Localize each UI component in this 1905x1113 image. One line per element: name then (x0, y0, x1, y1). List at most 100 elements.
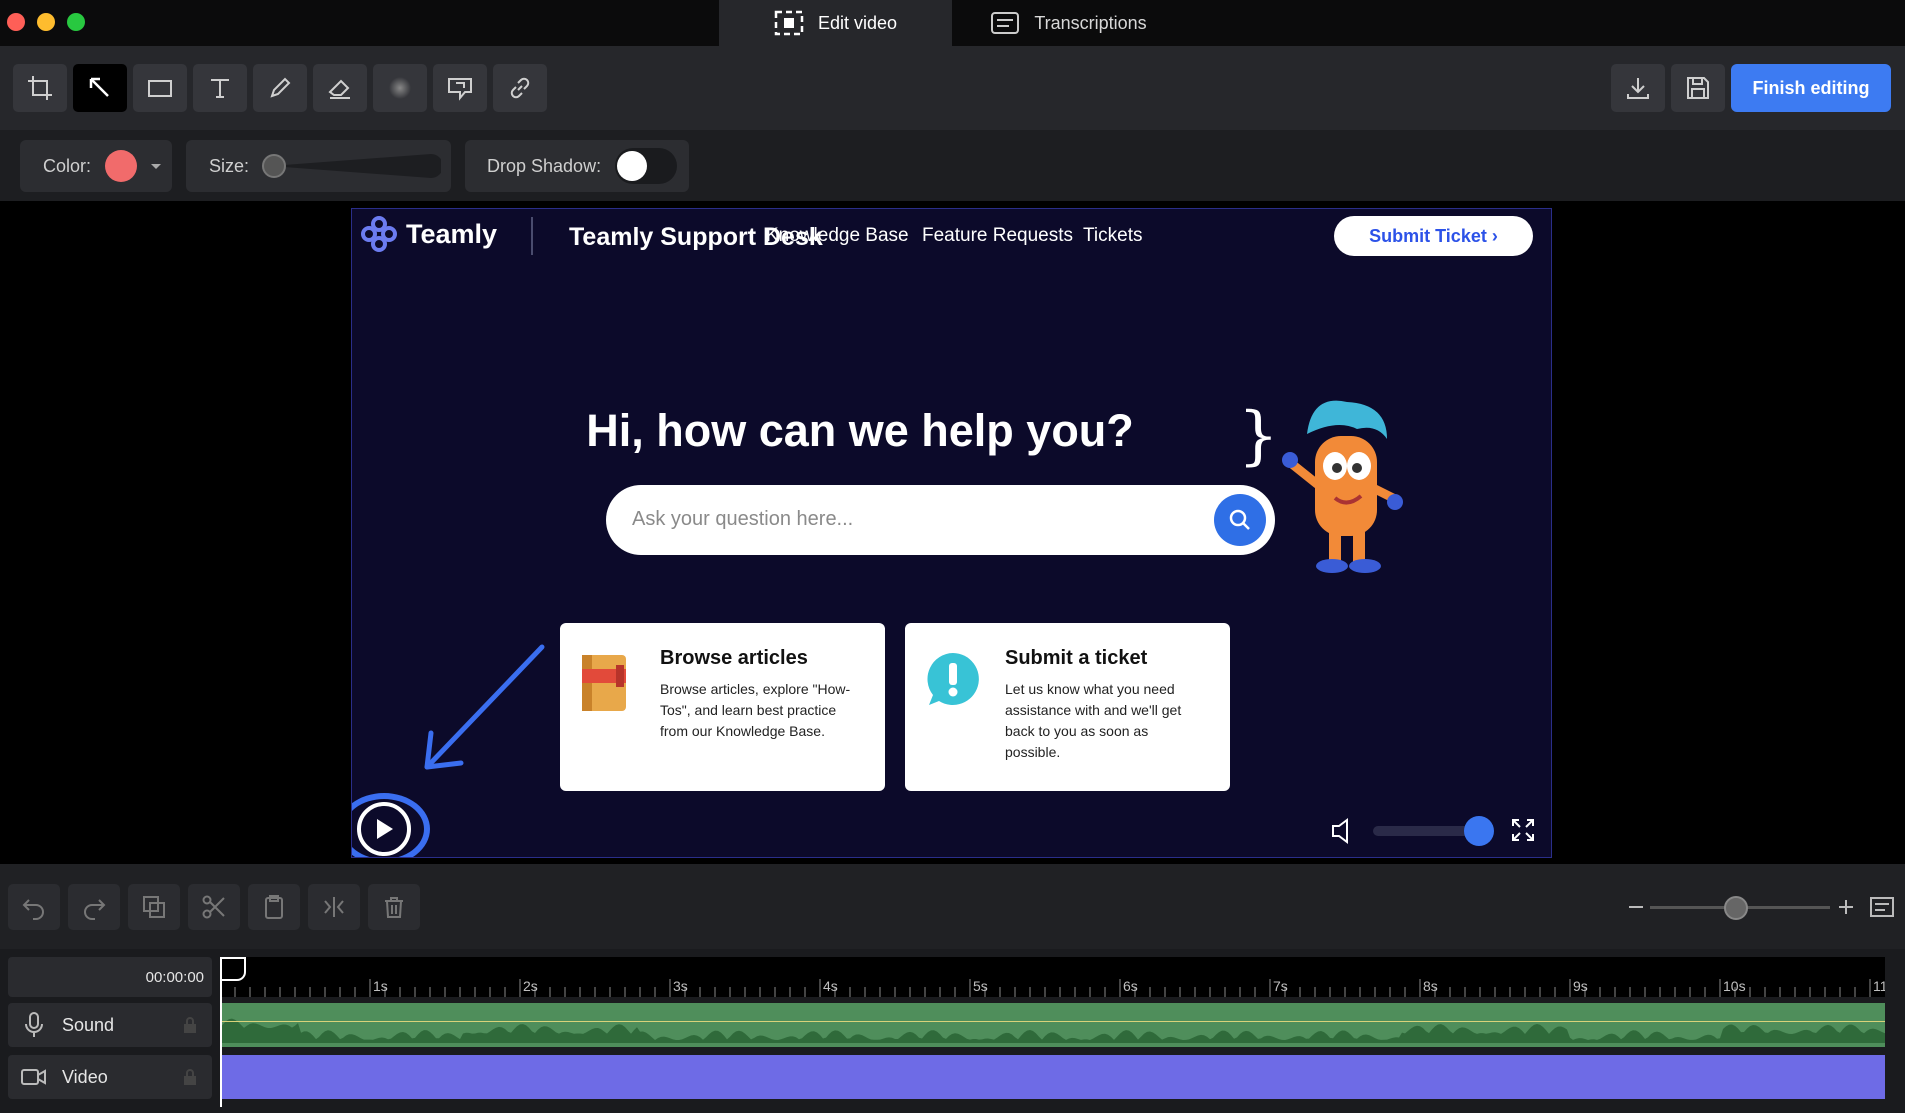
crop-tool-button[interactable] (13, 64, 67, 112)
sound-track-label: Sound (62, 1014, 115, 1035)
ruler-tick-label: 7s (1273, 978, 1288, 994)
fit-timeline-icon[interactable] (1869, 894, 1895, 920)
video-track-clip[interactable] (220, 1055, 1885, 1099)
pen-tool-button[interactable] (253, 64, 307, 112)
arrow-tool-button[interactable] (73, 64, 127, 112)
clipboard-icon (265, 895, 283, 919)
drop-shadow-toggle[interactable] (615, 148, 678, 184)
paste-button[interactable] (248, 884, 300, 930)
teamly-flower-icon (361, 216, 397, 252)
color-picker[interactable]: Color: (20, 140, 172, 192)
microphone-icon (25, 1012, 43, 1037)
fullscreen-icon[interactable] (1510, 817, 1536, 843)
search-icon (1229, 509, 1250, 530)
eraser-icon (328, 79, 350, 99)
minimize-window-button[interactable] (37, 13, 55, 31)
close-window-button[interactable] (7, 13, 25, 31)
transcript-icon (991, 12, 1020, 34)
arrow-icon (89, 77, 109, 97)
timeline-ruler[interactable]: 1s 2s 3s 4s 5s 6s 7s 8s 9s 10s 11 (220, 957, 1885, 997)
playhead[interactable] (220, 957, 246, 1107)
text-tool-button[interactable] (193, 64, 247, 112)
brace-decoration: } (1238, 399, 1279, 473)
screen-capture-icon (774, 10, 804, 36)
volume-icon[interactable] (1330, 817, 1356, 845)
cut-button[interactable] (188, 884, 240, 930)
split-button[interactable] (308, 884, 360, 930)
save-button[interactable] (1671, 64, 1725, 112)
size-label: Size: (209, 155, 250, 176)
pen-icon (270, 77, 291, 98)
rectangle-tool-button[interactable] (133, 64, 187, 112)
blur-tool-button[interactable] (373, 64, 427, 112)
ruler-tick-label: 1s (373, 978, 388, 994)
properties-bar: Color: Size: Drop Shadow: (0, 130, 1905, 201)
mascot-illustration (1282, 400, 1403, 573)
eraser-tool-button[interactable] (313, 64, 367, 112)
book-icon (582, 655, 626, 711)
trash-icon (385, 897, 403, 918)
ruler-tick-label: 8s (1423, 978, 1438, 994)
browse-articles-card[interactable]: Browse articles Browse articles, explore… (560, 623, 885, 791)
split-icon (324, 897, 344, 917)
current-time-display: 00:00:00 (8, 957, 212, 997)
chevron-down-icon (151, 164, 162, 169)
lock-icon[interactable] (182, 1068, 198, 1086)
timeline-zoom-handle[interactable] (1724, 896, 1748, 920)
teamly-logo: Teamly (360, 215, 497, 253)
redo-button[interactable] (68, 884, 120, 930)
browse-articles-title: Browse articles (660, 647, 808, 669)
ruler-tick-label: 6s (1123, 978, 1138, 994)
submit-ticket-card[interactable]: Submit a ticket Let us know what you nee… (905, 623, 1230, 791)
tab-transcriptions[interactable]: Transcriptions (952, 0, 1185, 46)
playhead-handle[interactable] (220, 957, 250, 983)
brand-name: Teamly (406, 218, 498, 249)
video-camera-icon (21, 1069, 46, 1085)
tab-edit-video-label: Edit video (817, 12, 898, 33)
ruler-tick-label: 3s (673, 978, 688, 994)
rectangle-icon (148, 80, 172, 97)
submit-ticket-body: Let us know what you need assistance wit… (1005, 681, 1182, 760)
save-icon (1687, 77, 1709, 99)
video-preview[interactable]: Teamly Teamly Support Desk Knowledge Bas… (351, 208, 1552, 858)
finish-editing-button[interactable]: Finish editing (1731, 64, 1891, 112)
zoom-window-button[interactable] (67, 13, 85, 31)
edit-toolbar (0, 864, 1905, 949)
delete-button[interactable] (368, 884, 420, 930)
submit-ticket-button[interactable]: Submit Ticket › (1334, 216, 1533, 256)
lock-icon[interactable] (182, 1016, 198, 1034)
link-icon (510, 77, 530, 99)
zoom-out-icon[interactable] (1627, 898, 1645, 916)
ruler-tick-label: 10s (1723, 978, 1746, 994)
volume-slider-handle[interactable] (1464, 816, 1494, 846)
play-button[interactable] (352, 793, 430, 857)
zoom-in-icon[interactable] (1837, 898, 1855, 916)
nav-divider (531, 217, 533, 255)
question-search-field[interactable]: Ask your question here... (606, 485, 1275, 555)
drop-shadow-control: Drop Shadow: (465, 140, 689, 192)
sound-track-clip[interactable] (220, 1003, 1885, 1047)
duplicate-icon (143, 896, 165, 918)
video-track-header: Video (8, 1055, 212, 1099)
browse-articles-body: Browse articles, explore "How-Tos", and … (660, 681, 851, 739)
search-button[interactable] (1214, 494, 1266, 546)
color-swatch[interactable] (105, 150, 138, 182)
blur-icon (389, 77, 411, 99)
nav-feature-requests[interactable]: Feature Requests (922, 225, 1073, 247)
play-icon (377, 819, 393, 839)
size-slider[interactable] (261, 148, 442, 184)
drawing-toolbar: Finish editing (0, 46, 1905, 130)
tab-edit-video[interactable]: Edit video (719, 0, 952, 46)
link-tool-button[interactable] (493, 64, 547, 112)
volume-slider[interactable] (1373, 826, 1473, 836)
hero-heading: Hi, how can we help you? (586, 405, 1134, 456)
callout-tool-button[interactable] (433, 64, 487, 112)
nav-tickets[interactable]: Tickets (1083, 225, 1142, 247)
text-icon (211, 79, 229, 98)
duplicate-button[interactable] (128, 884, 180, 930)
download-button[interactable] (1611, 64, 1665, 112)
submit-ticket-title: Submit a ticket (1005, 647, 1148, 669)
undo-button[interactable] (8, 884, 60, 930)
nav-knowledge-base[interactable]: Knowledge Base (766, 225, 909, 247)
ruler-tick-label: 2s (523, 978, 538, 994)
